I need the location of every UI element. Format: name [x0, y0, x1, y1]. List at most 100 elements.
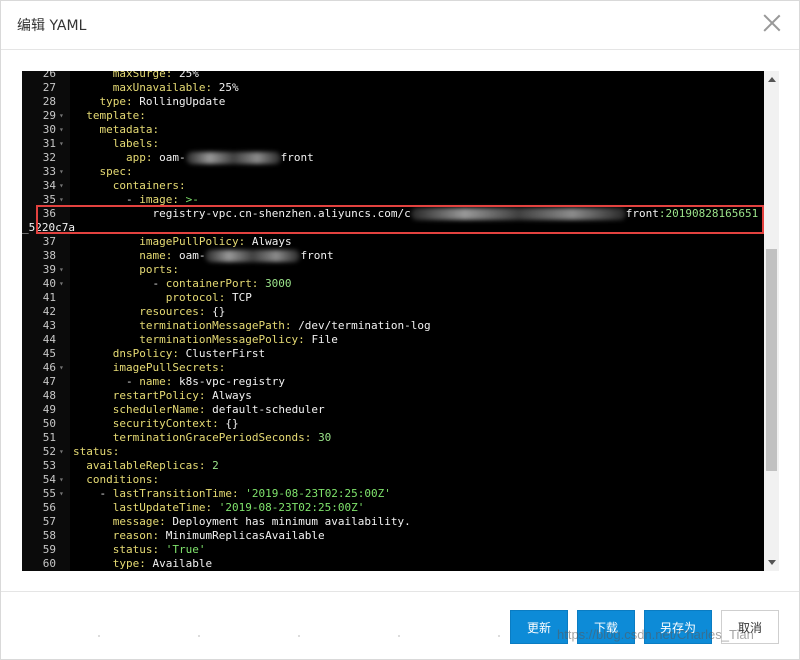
line-number: 29: [42, 109, 56, 122]
code-text: conditions:: [73, 473, 159, 487]
code-token: status:: [112, 543, 160, 556]
editor-scrollbar[interactable]: [764, 71, 779, 571]
code-token: availableReplicas:: [86, 459, 206, 472]
code-text: spec:: [73, 165, 133, 179]
fold-arrow-icon[interactable]: ▾: [59, 361, 64, 375]
code-line: 46 ▾ imagePullSecrets:: [22, 361, 764, 375]
code-token: reason:: [112, 529, 160, 542]
code-text: resources: {}: [73, 305, 225, 319]
fold-arrow-icon[interactable]: ▾: [59, 165, 64, 179]
fold-arrow-icon[interactable]: ▾: [59, 445, 64, 459]
code-token: 30: [318, 431, 332, 444]
yaml-code-editor[interactable]: 26 maxSurge: 25% 27 maxUnavailable: 25% 28…: [22, 71, 764, 571]
code-token: template:: [86, 109, 146, 122]
code-token: conditions:: [86, 473, 160, 486]
line-number: 40: [42, 277, 56, 290]
code-text: terminationGracePeriodSeconds: 30: [73, 431, 332, 445]
code-token: maxSurge:: [112, 71, 173, 80]
code-token: restartPolicy:: [112, 389, 206, 402]
scrollbar-thumb[interactable]: [766, 249, 777, 471]
close-icon[interactable]: [761, 12, 783, 34]
code-line: 38 name: oam-front: [22, 249, 764, 263]
chevron-up-icon[interactable]: [768, 77, 776, 82]
code-line: 41 protocol: TCP: [22, 291, 764, 305]
code-line: 48 restartPolicy: Always: [22, 389, 764, 403]
line-number: 57: [42, 515, 56, 528]
code-token: imagePullPolicy:: [139, 235, 246, 248]
line-number: 46: [42, 361, 56, 374]
code-token: '2019-08-23T02:25:00Z': [245, 487, 391, 500]
fold-arrow-icon[interactable]: ▾: [59, 487, 64, 501]
code-line: 28 type: RollingUpdate: [22, 95, 764, 109]
code-text: reason: MinimumReplicasAvailable: [73, 529, 325, 543]
line-number: 28: [42, 95, 56, 108]
fold-arrow-icon[interactable]: ▾: [59, 109, 64, 123]
code-token: spec:: [99, 165, 133, 178]
code-text: protocol: TCP: [73, 291, 252, 305]
line-number: 60: [42, 557, 56, 570]
code-token: Always: [251, 235, 292, 248]
code-line: 45 dnsPolicy: ClusterFirst: [22, 347, 764, 361]
line-number: 41: [42, 291, 56, 304]
dialog-title: 编辑 YAML: [17, 18, 87, 34]
fold-arrow-icon[interactable]: ▾: [59, 277, 64, 291]
code-token: front: [300, 249, 334, 262]
code-text: app: oam-front: [73, 151, 314, 165]
line-number: 45: [42, 347, 56, 360]
redacted-text: [185, 152, 281, 164]
footer-divider: [1, 591, 799, 592]
fold-arrow-icon[interactable]: ▾: [59, 179, 64, 193]
code-token: resources:: [139, 305, 206, 318]
fold-arrow-icon[interactable]: ▾: [59, 137, 64, 151]
code-line: 31 ▾ labels:: [22, 137, 764, 151]
fold-arrow-icon[interactable]: ▾: [59, 263, 64, 277]
code-text: ports:: [73, 263, 179, 277]
code-text: maxSurge: 25%: [73, 71, 199, 81]
code-text: securityContext: {}: [73, 417, 239, 431]
code-line: 43 terminationMessagePath: /dev/terminat…: [22, 319, 764, 333]
code-token: type:: [112, 557, 146, 570]
chevron-down-icon[interactable]: [768, 560, 776, 565]
line-number: 55: [42, 487, 56, 500]
line-number: 50: [42, 417, 56, 430]
line-number: 49: [42, 403, 56, 416]
code-token: name:: [139, 375, 173, 388]
code-line: 30 ▾ metadata:: [22, 123, 764, 137]
code-token: File: [311, 333, 338, 346]
line-number: 32: [42, 151, 56, 164]
line-number: 30: [42, 123, 56, 136]
code-token: 'True': [165, 543, 206, 556]
fold-arrow-icon[interactable]: ▾: [59, 123, 64, 137]
line-number: 37: [42, 235, 56, 248]
fold-arrow-icon[interactable]: ▾: [59, 473, 64, 487]
code-line: 34 ▾ containers:: [22, 179, 764, 193]
code-text: containers:: [73, 179, 186, 193]
code-line: 51 terminationGracePeriodSeconds: 30: [22, 431, 764, 445]
line-number: 58: [42, 529, 56, 542]
code-text: labels:: [73, 137, 159, 151]
code-token: containers:: [112, 179, 186, 192]
code-text: schedulerName: default-scheduler: [73, 403, 325, 417]
code-text: dnsPolicy: ClusterFirst: [73, 347, 265, 361]
code-token: -: [73, 277, 166, 290]
code-token: default-scheduler: [212, 403, 325, 416]
line-number: 27: [42, 81, 56, 94]
edit-yaml-dialog: 编辑 YAML 26 maxSurge: 25% 27 maxUnavailabl…: [0, 0, 800, 660]
